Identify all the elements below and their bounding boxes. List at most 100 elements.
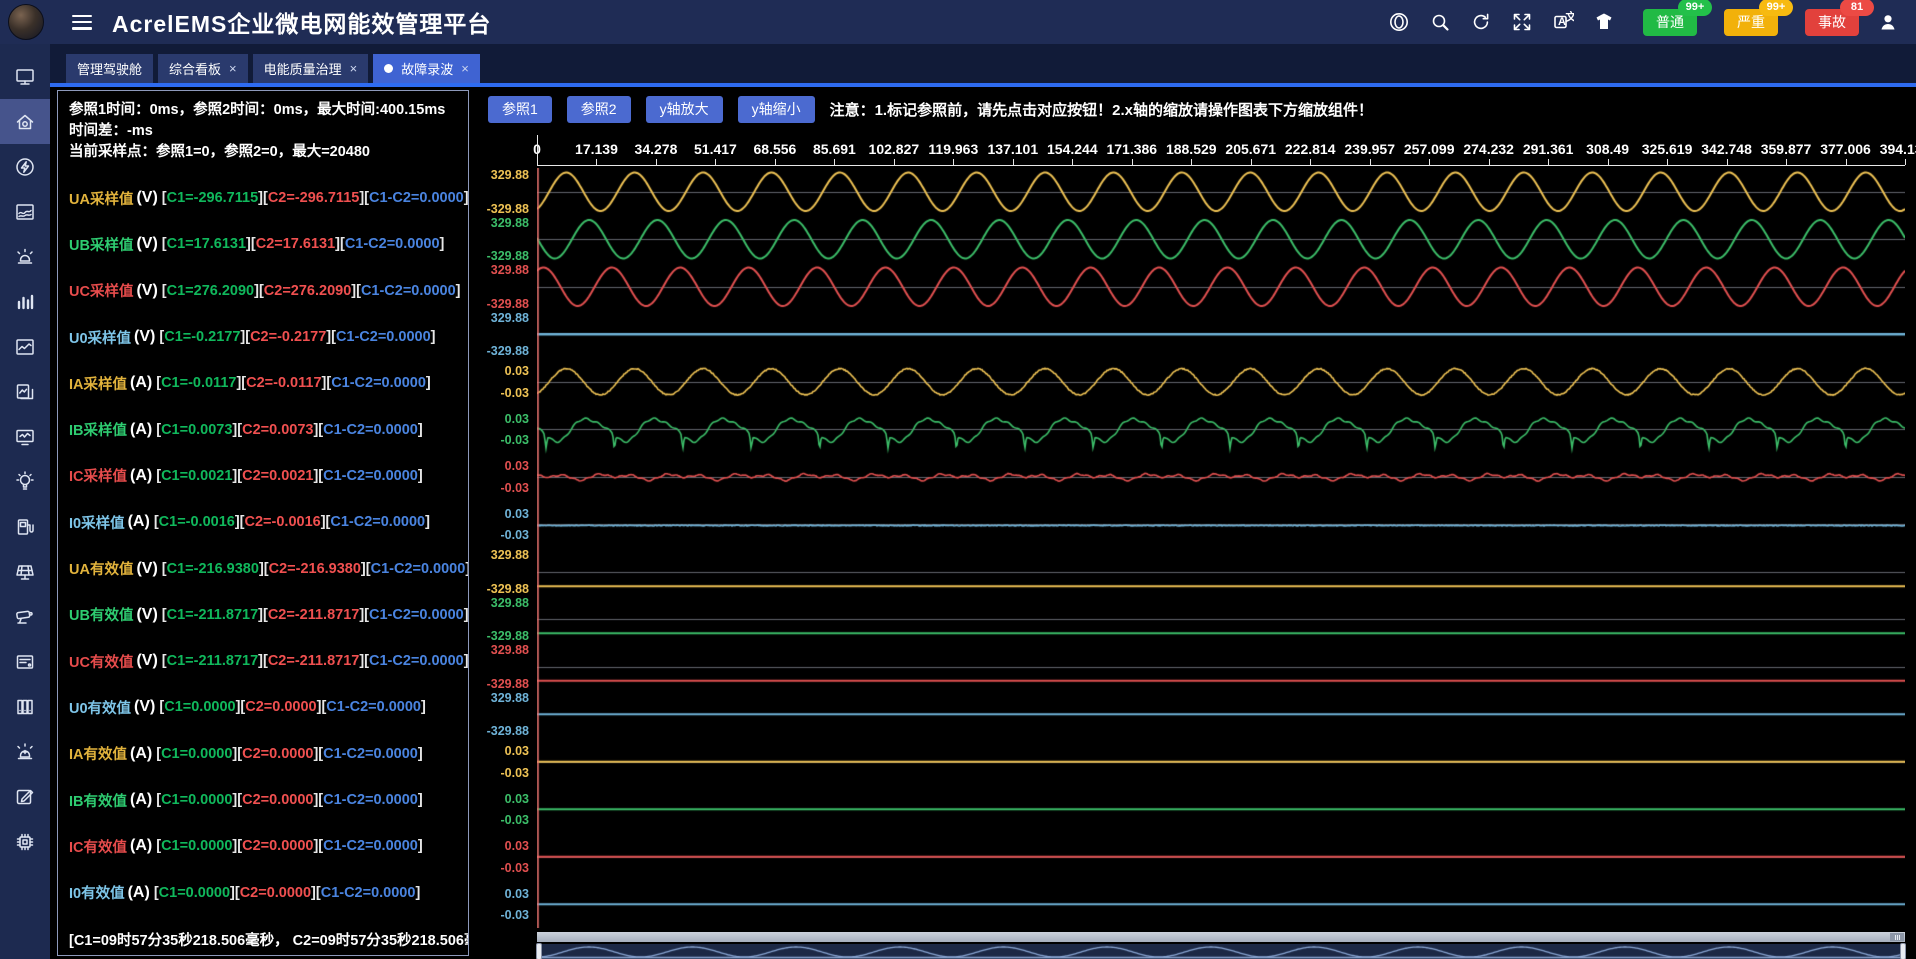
sidebar-item-alarm-light[interactable] [0, 729, 50, 774]
chart-button-y轴放大[interactable]: y轴放大 [646, 96, 723, 123]
y-min-label-IC有效值: -0.03 [501, 861, 530, 875]
alarm-button-严重[interactable]: 严重99+ [1724, 9, 1778, 36]
sidebar-item-cctv-camera[interactable] [0, 594, 50, 639]
bracket: ][ [359, 653, 369, 669]
channel-name: IC采样值 [69, 465, 127, 486]
tab-close-icon[interactable]: × [350, 62, 358, 75]
sidebar-item-photo-report[interactable] [0, 369, 50, 414]
bracket: ][ [240, 329, 250, 345]
theme-icon[interactable] [1592, 10, 1616, 34]
refresh-icon[interactable] [1469, 10, 1493, 34]
bracket: ][ [335, 236, 345, 252]
channel-name: U0有效值 [69, 697, 131, 718]
sidebar-item-screen-trend[interactable] [0, 414, 50, 459]
c2-value: C2=0.0000 [242, 746, 313, 762]
screen-monitor-icon [14, 66, 36, 88]
horizontal-scrollbar[interactable] [537, 932, 1905, 942]
alarm-button-事故[interactable]: 事故81 [1805, 9, 1859, 36]
energy-circle-icon [14, 156, 36, 178]
bracket: ][ [322, 375, 332, 391]
sidebar-item-bar-chart[interactable] [0, 279, 50, 324]
bracket: ] [465, 561, 469, 577]
channel-row-IB采样值: IB采样值(A)[ C1=0.0073 ][ C2=0.0073 ][ C1-C… [69, 406, 464, 452]
chart-button-y轴缩小[interactable]: y轴缩小 [738, 96, 815, 123]
scrollbar-grip[interactable] [1890, 933, 1904, 941]
y-max-label-UB采样值: 329.88 [491, 216, 529, 230]
user-avatar[interactable] [8, 4, 44, 40]
waveform-chart-panel: 参照1参照2y轴放大y轴缩小注意：1.标记参照前，请先点击对应按钮！2.x轴的缩… [478, 88, 1916, 959]
x-tick-label: 377.006 [1820, 141, 1871, 157]
channel-row-U0采样值: U0采样值(V)[ C1=-0.2177 ][ C2=-0.2177 ][ C1… [69, 314, 464, 360]
sidebar-item-energy-circle[interactable] [0, 144, 50, 189]
bracket: ][ [311, 885, 321, 901]
fullscreen-icon[interactable] [1510, 10, 1534, 34]
c2-value: C2=-216.9380 [269, 561, 361, 577]
c1-c2-value: C1-C2=0.0000 [323, 792, 418, 808]
app-title: AcrelEMS企业微电网能效管理平台 [112, 5, 491, 39]
search-icon[interactable] [1428, 10, 1452, 34]
y-max-label-I0采样值: 0.03 [505, 507, 529, 521]
load-curve-icon [14, 201, 36, 223]
chart-toolbar: 参照1参照2y轴放大y轴缩小注意：1.标记参照前，请先点击对应按钮！2.x轴的缩… [488, 95, 1373, 123]
y-min-label-UA有效值: -329.88 [487, 582, 529, 596]
active-tab-dot [384, 64, 393, 73]
sidebar-item-archive-books[interactable] [0, 684, 50, 729]
c2-value: C2=-211.8717 [268, 653, 360, 669]
sidebar-item-trend-chart[interactable] [0, 324, 50, 369]
x-tick-label: 222.814 [1285, 141, 1336, 157]
x-tick-mark [1489, 159, 1490, 165]
datazoom-right-handle[interactable] [1900, 943, 1906, 959]
channel-row-IC有效值: IC有效值(A)[ C1=0.0000 ][ C2=0.0000 ][ C1-C… [69, 823, 464, 869]
channel-name: IA采样值 [69, 373, 127, 394]
translate-icon[interactable]: A文 [1551, 10, 1575, 34]
channel-row-I0有效值: I0有效值(A)[ C1=0.0000 ][ C2=0.0000 ][ C1-C… [69, 869, 464, 915]
bracket: ] [425, 514, 430, 530]
y-max-label-I0有效值: 0.03 [505, 887, 529, 901]
sidebar-item-ev-charger[interactable] [0, 504, 50, 549]
sidebar-item-alarm-siren[interactable] [0, 234, 50, 279]
chart-button-参照2[interactable]: 参照2 [567, 96, 631, 123]
tab-管理驾驶舱[interactable]: 管理驾驶舱 [66, 54, 153, 83]
sidebar-item-chip-board[interactable] [0, 819, 50, 864]
menu-icon[interactable] [72, 15, 92, 30]
bracket: ][ [258, 653, 268, 669]
alarm-count-badge: 99+ [1678, 0, 1712, 16]
sidebar-item-pv-panel[interactable] [0, 549, 50, 594]
sidebar-item-screen-monitor[interactable] [0, 54, 50, 99]
c1-value: C1=0.0000 [164, 699, 235, 715]
c2-value: C2=17.6131 [256, 236, 335, 252]
sidebar-item-home[interactable] [0, 99, 50, 144]
channel-row-UC有效值: UC有效值(V)[ C1=-211.8717 ][ C2=-211.8717 ]… [69, 638, 464, 684]
waveform-canvas[interactable] [537, 168, 1905, 928]
record-icon[interactable] [1387, 10, 1411, 34]
sidebar-item-idea-bulb[interactable] [0, 459, 50, 504]
c1-c2-value: C1-C2=0.0000 [331, 375, 426, 391]
datazoom-preview-canvas [537, 944, 1905, 959]
alarm-button-普通[interactable]: 普通99+ [1643, 9, 1697, 36]
chart-button-参照1[interactable]: 参照1 [488, 96, 552, 123]
tab-close-icon[interactable]: × [461, 62, 469, 75]
sidebar-item-load-curve[interactable] [0, 189, 50, 234]
x-tick-label: 188.529 [1166, 141, 1217, 157]
bracket: ][ [351, 283, 361, 299]
tab-close-icon[interactable]: × [229, 62, 237, 75]
sidebar-item-edit-note[interactable] [0, 774, 50, 819]
y-max-label-IA有效值: 0.03 [505, 744, 529, 758]
y-min-label-I0采样值: -0.03 [501, 528, 530, 542]
tab-电能质量治理[interactable]: 电能质量治理× [253, 54, 369, 83]
user-icon[interactable] [1876, 10, 1900, 34]
datazoom-left-handle[interactable] [536, 943, 542, 959]
channel-row-IB有效值: IB有效值(A)[ C1=0.0000 ][ C2=0.0000 ][ C1-C… [69, 777, 464, 823]
y-max-label-UB有效值: 329.88 [491, 596, 529, 610]
datazoom-slider[interactable] [537, 944, 1905, 959]
y-max-label-IB有效值: 0.03 [505, 792, 529, 806]
chip-board-icon [14, 831, 36, 853]
bracket: ][ [259, 561, 269, 577]
tab-综合看板[interactable]: 综合看板× [158, 54, 248, 83]
y-max-label-UA有效值: 329.88 [491, 548, 529, 562]
x-tick-label: 171.386 [1106, 141, 1157, 157]
tab-故障录波[interactable]: 故障录波× [373, 54, 480, 83]
c2-value: C2=0.0000 [242, 838, 313, 854]
sidebar-item-device-panel[interactable] [0, 639, 50, 684]
y-min-label-U0采样值: -329.88 [487, 344, 529, 358]
